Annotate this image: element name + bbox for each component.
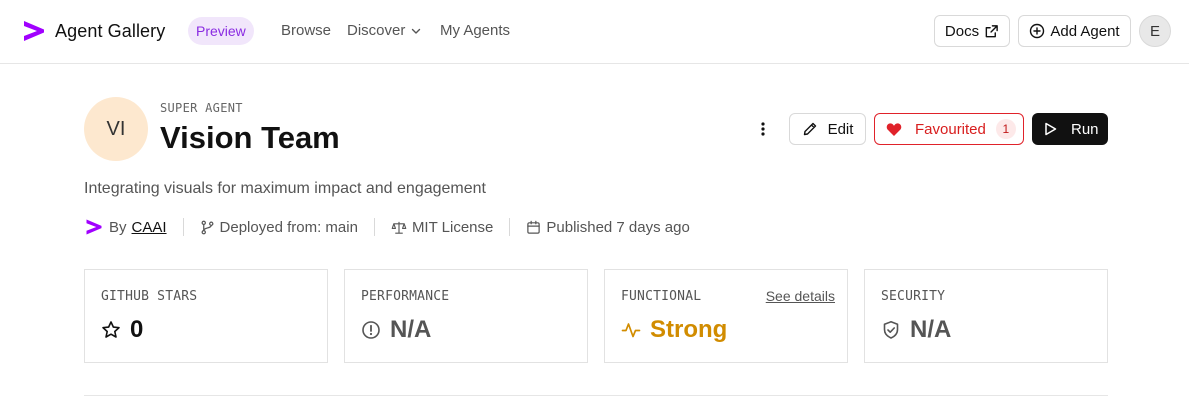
heart-icon — [886, 122, 902, 137]
meta-author-prefix: By — [109, 218, 127, 236]
scale-icon — [391, 221, 407, 234]
agent-avatar: VI — [84, 97, 148, 161]
meta-divider — [182, 218, 184, 236]
run-button-label: Run — [1071, 120, 1099, 138]
meta-author: By CAAI — [84, 218, 167, 236]
stat-card-value: Strong — [621, 316, 727, 344]
see-details-link[interactable]: See details — [766, 288, 835, 304]
stat-card-security: SECURITY N/A — [864, 269, 1108, 363]
stat-card-value: N/A — [881, 316, 951, 344]
chevron-down-icon — [412, 28, 421, 34]
meta-deployed-text: Deployed from: main — [219, 218, 358, 236]
stat-card-value-text: 0 — [130, 316, 144, 343]
calendar-icon — [527, 220, 541, 234]
user-avatar[interactable]: E — [1139, 15, 1171, 47]
docs-button-label: Docs — [944, 22, 980, 40]
nav-link-my-agents-label: My Agents — [440, 22, 511, 39]
stat-card-github-stars: GITHUB STARS 0 — [84, 269, 328, 363]
add-agent-button[interactable]: Add Agent — [1018, 15, 1131, 47]
alert-circle-icon — [362, 321, 380, 339]
stat-card-performance: PERFORMANCE N/A — [344, 269, 588, 363]
external-link-icon — [985, 24, 998, 37]
brand[interactable]: Agent Gallery — [22, 19, 165, 43]
play-icon — [1045, 122, 1057, 136]
brand-logo-icon — [86, 219, 102, 235]
add-agent-button-label: Add Agent — [1050, 22, 1120, 40]
more-vertical-icon — [761, 122, 765, 136]
edit-button-label: Edit — [827, 120, 854, 138]
brand-title: Agent Gallery — [55, 20, 166, 41]
activity-icon — [621, 323, 641, 338]
nav-link-browse[interactable]: Browse — [281, 22, 331, 40]
favourite-button-label: Favourited — [915, 120, 986, 138]
stat-card-label: SECURITY — [881, 289, 946, 304]
nav-link-discover[interactable]: Discover — [347, 22, 421, 40]
top-navigation: Agent Gallery Preview Browse Discover My… — [0, 0, 1189, 64]
shield-check-icon — [883, 321, 899, 339]
stat-card-value-text: N/A — [390, 316, 432, 343]
stat-card-label: FUNCTIONAL — [621, 289, 702, 304]
nav-link-discover-label: Discover — [347, 22, 406, 39]
star-icon — [102, 321, 120, 338]
run-button[interactable]: Run — [1032, 113, 1108, 145]
section-divider — [84, 395, 1108, 396]
agent-meta: By CAAI Deployed from: main MIT License … — [84, 216, 690, 238]
favourite-button[interactable]: Favourited 1 — [874, 113, 1024, 145]
agent-description: Integrating visuals for maximum impact a… — [84, 180, 486, 197]
agent-title: Vision Team — [160, 120, 340, 155]
plus-circle-icon — [1030, 23, 1045, 39]
pencil-icon — [803, 122, 816, 136]
meta-license: MIT License — [391, 219, 493, 236]
meta-divider — [373, 218, 375, 236]
author-link[interactable]: CAAI — [132, 219, 167, 236]
stat-card-value-text: N/A — [910, 316, 952, 343]
stat-card-value: N/A — [361, 316, 431, 344]
meta-license-text: MIT License — [411, 218, 494, 236]
docs-button[interactable]: Docs — [934, 15, 1010, 47]
stat-card-functional: FUNCTIONAL See details Strong — [604, 269, 848, 363]
stat-card-value-text: Strong — [650, 316, 728, 343]
stat-card-value: 0 — [101, 316, 143, 344]
more-options-button[interactable] — [751, 118, 775, 140]
agent-type-label: SUPER AGENT — [160, 101, 243, 115]
nav-link-browse-label: Browse — [281, 22, 332, 39]
meta-published: Published 7 days ago — [526, 218, 690, 236]
edit-button[interactable]: Edit — [789, 113, 866, 145]
favourite-count-badge: 1 — [995, 119, 1016, 139]
git-branch-icon — [201, 220, 213, 234]
nav-link-my-agents[interactable]: My Agents — [440, 22, 510, 40]
meta-published-text: Published 7 days ago — [546, 218, 690, 236]
stat-card-label: PERFORMANCE — [361, 289, 450, 304]
meta-deployed: Deployed from: main — [200, 219, 358, 236]
stat-card-label: GITHUB STARS — [101, 289, 198, 304]
preview-badge: Preview — [188, 17, 254, 45]
meta-divider — [509, 218, 511, 236]
brand-logo-icon — [24, 21, 44, 41]
